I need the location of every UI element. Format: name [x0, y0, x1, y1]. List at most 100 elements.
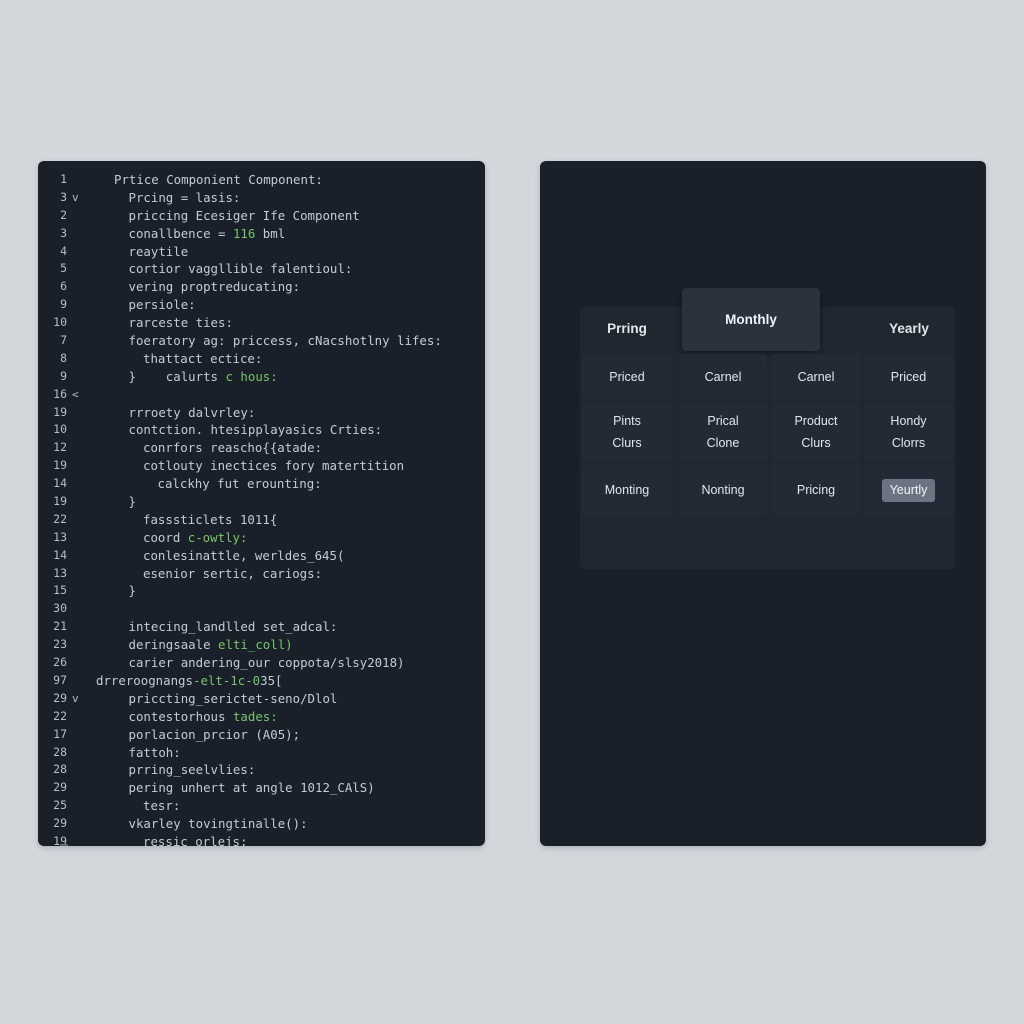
code-token-highlight: -elt-1c-0 [192, 672, 261, 688]
code-line[interactable]: 19 cotlouty inectices fory matertition [38, 457, 485, 475]
code-line[interactable]: 21 intecing_landlled set_adcal: [38, 618, 485, 636]
pricing-cell[interactable]: Pricing [772, 465, 860, 515]
code-line[interactable]: 30 [38, 600, 485, 618]
line-number: 13 [53, 529, 67, 544]
code-line[interactable]: 12 conrfors reascho{{atade: [38, 439, 485, 457]
code-line[interactable]: 28 prring_seelvlies: [38, 761, 485, 779]
pricing-cell[interactable]: Carnel [679, 354, 767, 399]
pricing-cell[interactable]: Monting [582, 465, 672, 515]
code-line[interactable]: 10 contction. htesipplayasics Crties: [38, 421, 485, 439]
code-line[interactable]: 3 conallbence = 116 bml [38, 225, 485, 243]
pricing-cell[interactable]: Product Clurs [772, 403, 860, 461]
code-text: ressic orlejs: [143, 833, 247, 846]
line-number: 9 [60, 368, 67, 383]
code-line[interactable]: 8 thattact ectice: [38, 350, 485, 368]
code-line[interactable]: 1 Prtice Componient Component: [38, 171, 485, 189]
line-number: 3 [60, 189, 67, 204]
code-line[interactable]: 26 carier andering_our coppota/slsy2018) [38, 654, 485, 672]
code-lines: 1 Prtice Componient Component: 3 v Prcing = … [38, 171, 485, 846]
code-line[interactable]: 28 fattoh: [38, 744, 485, 762]
line-number: 14 [53, 476, 67, 491]
code-token: vkarley tovingtinalle(): [128, 816, 308, 832]
code-line[interactable]: 29 pering unhert at angle 1012_CAlS) [38, 779, 485, 797]
line-number: 7 [60, 333, 67, 348]
code-text: conrfors reascho{{atade: [143, 439, 322, 457]
fold-chevron-icon[interactable]: v [72, 189, 84, 207]
line-number: 29 [53, 816, 67, 831]
code-line[interactable]: 23 deringsaale elti_coll) [38, 636, 485, 654]
code-line[interactable]: 19 rrroety dalvrley: [38, 404, 485, 422]
line-number: 10 [53, 315, 67, 330]
code-line[interactable]: 17 porlacion_prcior (A05); [38, 726, 485, 744]
pricing-cell[interactable]: Carnel [772, 354, 860, 399]
pricing-cell[interactable]: Prical Clone [679, 403, 767, 461]
code-line[interactable]: 14 calckhy fut erounting: [38, 475, 485, 493]
pricing-cell[interactable]: Priced [864, 354, 953, 399]
code-token: deringsaale [128, 637, 219, 653]
code-editor-panel[interactable]: 1 Prtice Componient Component: 3 v Prcing = … [38, 161, 485, 846]
code-line[interactable]: 2 priccing Ecesiger Ife Component [38, 207, 485, 225]
code-line[interactable]: 25 tesr: [38, 797, 485, 815]
code-token: priccing Ecesiger Ife Component [128, 207, 360, 223]
line-number: 13 [53, 565, 67, 580]
pricing-header-monthly-tab[interactable]: Monthly [682, 288, 820, 351]
pricing-cell[interactable]: Hondy Clorrs [864, 403, 953, 461]
pricing-cell-line: Prical [707, 414, 739, 428]
code-token: contction. htesipplayasics Crties: [128, 422, 383, 438]
pricing-cell-selected[interactable]: Yeurtly [864, 465, 953, 515]
code-line[interactable]: 6 vering proptreducating: [38, 278, 485, 296]
code-text: contction. htesipplayasics Crties: [129, 421, 383, 439]
code-line[interactable]: 3 v Prcing = lasis: [38, 189, 485, 207]
code-token: intecing_landlled set_adcal: [128, 619, 338, 635]
code-line[interactable]: 22 fasssticlets 1011{ [38, 511, 485, 529]
line-number: 22 [53, 708, 67, 723]
code-text: coord c-owtly: [143, 529, 247, 547]
pricing-table: Prring Yearly Monthly Priced Carnel Carn… [580, 288, 955, 569]
selected-plan-badge[interactable]: Yeurtly [881, 478, 936, 502]
code-token: priccting_serictet-seno/Dlol [128, 690, 338, 706]
line-number: 15 [53, 583, 67, 598]
line-number: 30 [53, 601, 67, 616]
line-number: 23 [53, 637, 67, 652]
code-line[interactable]: 9 } calurts c hous: [38, 368, 485, 386]
code-text: rarceste ties: [129, 314, 233, 332]
code-token: conlesinattle, werldes_645( [143, 547, 345, 563]
fold-chevron-icon[interactable]: v [72, 690, 84, 708]
code-line[interactable]: 4 reaytile [38, 243, 485, 261]
code-line[interactable]: 97 drreroognangs-elt-1c-035[ [38, 672, 485, 690]
code-line[interactable]: 14 conlesinattle, werldes_645( [38, 547, 485, 565]
code-line[interactable]: 5 cortior vaggllible falentioul: [38, 260, 485, 278]
pricing-header-yearly[interactable]: Yearly [863, 307, 955, 351]
line-number: 21 [53, 619, 67, 634]
code-text: porlacion_prcior (A05); [129, 726, 301, 744]
code-token: esenior sertic, cariogs: [143, 565, 323, 581]
code-line[interactable]: 13 coord c-owtly: [38, 529, 485, 547]
code-text: } [129, 493, 136, 511]
code-line[interactable]: 7 foeratory ag: priccess, cNacshotlny lif… [38, 332, 485, 350]
code-text: } [129, 582, 136, 600]
code-line[interactable]: 9 persiole: [38, 296, 485, 314]
code-line[interactable]: 29 vkarley tovingtinalle(): [38, 815, 485, 833]
code-line[interactable]: 16 < [38, 386, 485, 404]
code-line[interactable]: 15} [38, 582, 485, 600]
pricing-header-label: Prring [580, 307, 674, 351]
collapse-chevron-icon[interactable]: < [72, 386, 84, 404]
line-number: 8 [60, 350, 67, 365]
pricing-cell[interactable]: Priced [582, 354, 672, 399]
code-token: cortior vaggllible falentioul: [128, 261, 353, 277]
code-line[interactable]: 13 esenior sertic, cariogs: [38, 565, 485, 583]
code-line[interactable]: 19} [38, 493, 485, 511]
code-text: Prtice Componient Component: [114, 171, 323, 189]
code-text: prring_seelvlies: [129, 761, 256, 779]
code-line[interactable]: 29 v priccting_serictet-seno/Dlol [38, 690, 485, 708]
code-line[interactable]: 10 rarceste ties: [38, 314, 485, 332]
code-text: } calurts c hous: [129, 368, 278, 386]
code-token: carier andering_our coppota/slsy2018) [128, 655, 405, 671]
pricing-cell-line: Product [794, 414, 838, 428]
code-line[interactable]: 22 contestorhous tades: [38, 708, 485, 726]
line-number: 26 [53, 655, 67, 670]
pricing-cell[interactable]: Pints Clurs [582, 403, 672, 461]
line-gutter-end-marker [60, 844, 68, 846]
pricing-cell[interactable]: Nonting [679, 465, 767, 515]
code-line[interactable]: 19 ressic orlejs: [38, 833, 485, 846]
